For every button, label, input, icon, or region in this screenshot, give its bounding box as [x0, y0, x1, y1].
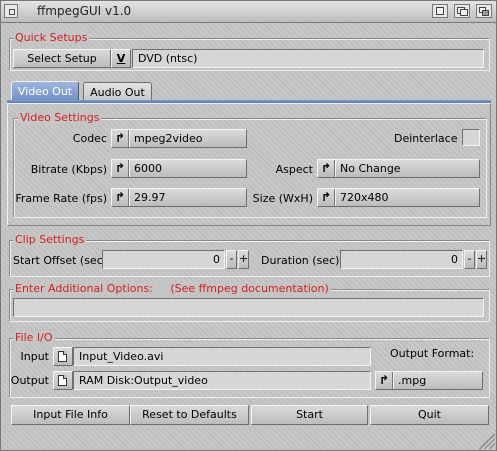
- select-setup-button[interactable]: Select Setup: [13, 49, 111, 68]
- input-file-info-button[interactable]: Input File Info: [11, 405, 130, 425]
- duration-label: Duration (sec): [261, 254, 340, 267]
- file-io-title: File I/O: [13, 331, 55, 344]
- start-offset-field[interactable]: 0: [102, 250, 225, 269]
- video-settings-title: Video Settings: [18, 111, 102, 124]
- tab-video-out[interactable]: Video Out: [11, 81, 79, 101]
- depth-icon[interactable]: [476, 4, 492, 18]
- framerate-label: Frame Rate (fps): [15, 192, 107, 205]
- bitrate-cycle[interactable]: ↱ 6000: [111, 159, 247, 178]
- bitrate-label: Bitrate (Kbps): [30, 163, 107, 176]
- additional-options-input[interactable]: [13, 298, 484, 317]
- zoom-icon[interactable]: [454, 4, 470, 18]
- output-file-icon[interactable]: [53, 371, 73, 390]
- resize-handle-icon[interactable]: [479, 433, 495, 449]
- current-setup-field: DVD (ntsc): [132, 49, 484, 68]
- duration-plus-button[interactable]: +: [476, 250, 487, 269]
- codec-cycle[interactable]: ↱ mpeg2video: [111, 129, 247, 148]
- framerate-cycle[interactable]: ↱ 29.97: [111, 188, 247, 207]
- aspect-label: Aspect: [275, 163, 313, 176]
- codec-label: Codec: [72, 132, 107, 145]
- output-format-cycle[interactable]: ↱ .mpg: [375, 371, 483, 390]
- title-bar[interactable]: ffmpegGUI v1.0: [1, 1, 496, 23]
- size-cycle[interactable]: ↱ 720x480: [317, 188, 480, 207]
- output-file-field[interactable]: RAM Disk:Output_video: [73, 371, 371, 390]
- input-label: Input: [20, 350, 49, 363]
- start-offset-minus-button[interactable]: -: [226, 250, 237, 269]
- quit-button[interactable]: Quit: [370, 405, 489, 425]
- cycle-arrow-icon: ↱: [112, 130, 129, 147]
- cycle-arrow-icon: ↱: [112, 160, 129, 177]
- quick-setups-title: Quick Setups: [13, 31, 90, 44]
- start-button[interactable]: Start: [251, 405, 368, 425]
- clip-settings-title: Clip Settings: [13, 233, 87, 246]
- app-window: ffmpegGUI v1.0 Quick Setups Select Setup…: [0, 0, 497, 451]
- tab-audio-out[interactable]: Audio Out: [83, 82, 152, 101]
- cycle-arrow-icon: ↱: [112, 189, 129, 206]
- input-file-field[interactable]: Input_Video.avi: [73, 347, 371, 366]
- start-offset-label: Start Offset (sec): [13, 254, 108, 267]
- close-window-icon[interactable]: [4, 4, 18, 18]
- deinterlace-label: Deinterlace: [394, 132, 458, 145]
- iconify-icon[interactable]: [432, 4, 448, 18]
- duration-minus-button[interactable]: -: [464, 250, 475, 269]
- input-file-icon[interactable]: [53, 347, 73, 366]
- additional-options-title: Enter Additional Options: (See ffmpeg do…: [13, 282, 331, 295]
- size-label: Size (WxH): [252, 192, 313, 205]
- output-format-label: Output Format:: [390, 347, 475, 360]
- cycle-arrow-icon: ↱: [376, 372, 393, 389]
- window-title: ffmpegGUI v1.0: [37, 4, 132, 18]
- aspect-cycle[interactable]: ↱ No Change: [317, 159, 480, 178]
- duration-field[interactable]: 0: [340, 250, 463, 269]
- reset-defaults-button[interactable]: Reset to Defaults: [130, 405, 249, 425]
- cycle-arrow-icon: ↱: [318, 189, 335, 206]
- start-offset-plus-button[interactable]: +: [238, 250, 249, 269]
- deinterlace-checkbox[interactable]: [462, 129, 480, 146]
- setup-dropdown-button[interactable]: V: [111, 49, 131, 68]
- output-label: Output: [10, 374, 49, 387]
- cycle-arrow-icon: ↱: [318, 160, 335, 177]
